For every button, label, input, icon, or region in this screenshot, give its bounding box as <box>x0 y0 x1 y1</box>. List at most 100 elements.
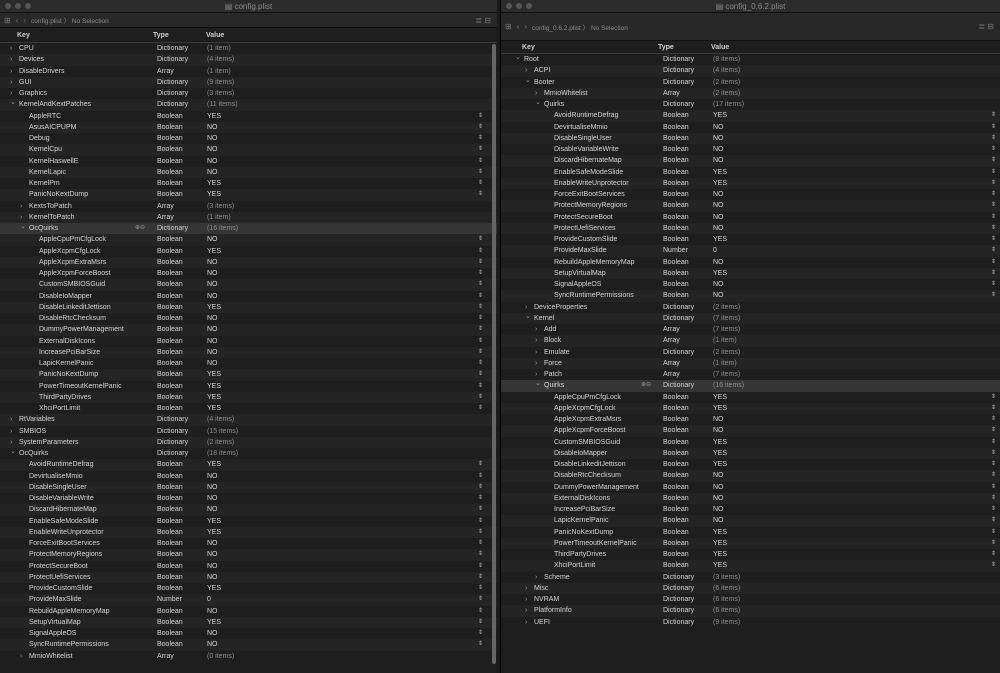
type-column-header[interactable]: Type <box>658 44 674 51</box>
row-value[interactable]: NO <box>207 315 218 322</box>
value-stepper-icon[interactable]: ⇕ <box>991 214 996 221</box>
row-value[interactable]: NO <box>207 608 218 615</box>
row-type[interactable]: Boolean <box>663 236 689 243</box>
value-stepper-icon[interactable]: ⇕ <box>478 326 483 333</box>
value-stepper-icon[interactable]: ⇕ <box>991 450 996 457</box>
row-type[interactable]: Number <box>663 247 688 254</box>
row-type[interactable]: Boolean <box>157 405 183 412</box>
table-row[interactable]: ForceExitBootServices Boolean NO ⇕ <box>0 538 497 549</box>
table-row[interactable]: › KernelToPatch Array (1 item) <box>0 211 497 223</box>
value-stepper-icon[interactable]: ⇕ <box>478 383 483 390</box>
row-type[interactable]: Boolean <box>157 135 183 142</box>
disclosure-collapsed-icon[interactable]: › <box>10 68 12 75</box>
row-type[interactable]: Boolean <box>157 146 183 153</box>
value-stepper-icon[interactable]: ⇕ <box>991 484 996 491</box>
value-stepper-icon[interactable]: ⇕ <box>478 641 483 648</box>
value-stepper-icon[interactable]: ⇕ <box>478 315 483 322</box>
row-type[interactable]: Boolean <box>157 563 183 570</box>
disclosure-collapsed-icon[interactable]: › <box>535 360 537 367</box>
row-type[interactable]: Array <box>663 90 680 97</box>
row-type[interactable]: Boolean <box>157 113 183 120</box>
table-row[interactable]: KernelHaswellE Boolean NO ⇕ <box>0 156 497 167</box>
value-stepper-icon[interactable]: ⇕ <box>478 371 483 378</box>
table-row[interactable]: IncreasePciBarSize Boolean NO ⇕ <box>0 346 497 358</box>
value-stepper-icon[interactable]: ⇕ <box>478 158 483 165</box>
row-type[interactable]: Boolean <box>157 529 183 536</box>
row-type[interactable]: Boolean <box>663 427 689 434</box>
value-stepper-icon[interactable]: ⇕ <box>991 124 996 131</box>
value-stepper-icon[interactable]: ⇕ <box>991 247 996 254</box>
value-stepper-icon[interactable]: ⇕ <box>478 540 483 547</box>
row-type[interactable]: Dictionary <box>157 45 188 52</box>
row-type[interactable]: Dictionary <box>663 56 694 63</box>
value-stepper-icon[interactable]: ⇕ <box>991 472 996 479</box>
row-value[interactable]: NO <box>713 146 724 153</box>
row-value[interactable]: YES <box>713 461 727 468</box>
row-type[interactable]: Dictionary <box>157 439 188 446</box>
row-value[interactable]: YES <box>207 585 221 592</box>
row-value[interactable]: NO <box>713 472 724 479</box>
row-value[interactable]: NO <box>207 551 218 558</box>
row-type[interactable]: Boolean <box>157 574 183 581</box>
row-type[interactable]: Boolean <box>157 326 183 333</box>
row-type[interactable]: Dictionary <box>157 450 188 457</box>
value-stepper-icon[interactable]: ⇕ <box>478 293 483 300</box>
value-stepper-icon[interactable]: ⇕ <box>478 484 483 491</box>
table-row[interactable]: › Misc Dictionary (6 items) <box>501 582 1000 594</box>
table-row[interactable]: › SMBIOS Dictionary (15 items) <box>0 426 497 437</box>
row-type[interactable]: Boolean <box>157 158 183 165</box>
disclosure-collapsed-icon[interactable]: › <box>10 416 12 423</box>
table-row[interactable]: › Block Array (1 item) <box>501 335 1000 347</box>
table-row[interactable]: DummyPowerManagement Boolean NO ⇕ <box>501 482 1000 493</box>
value-stepper-icon[interactable]: ⇕ <box>991 225 996 232</box>
value-stepper-icon[interactable]: ⇕ <box>478 180 483 187</box>
row-type[interactable]: Array <box>157 214 174 221</box>
table-row[interactable]: ⌄ Kernel Dictionary (7 items) <box>501 312 1000 324</box>
table-row[interactable]: ProtectSecureBoot Boolean NO ⇕ <box>501 212 1000 223</box>
table-row[interactable]: ⌄ Quirks Dictionary (17 items) <box>501 99 1000 110</box>
table-row[interactable]: XhciPortLimit Boolean YES ⇕ <box>0 403 497 414</box>
row-value[interactable]: YES <box>207 191 221 198</box>
table-row[interactable]: XhciPortLimit Boolean YES ⇕ <box>501 560 1000 572</box>
table-row[interactable]: AppleXcpmExtraMsrs Boolean NO ⇕ <box>501 414 1000 425</box>
table-row[interactable]: DevirtualiseMmio Boolean NO ⇕ <box>501 122 1000 133</box>
row-type[interactable]: Dictionary <box>663 101 694 108</box>
row-type[interactable]: Boolean <box>663 394 689 401</box>
value-stepper-icon[interactable]: ⇕ <box>991 292 996 299</box>
breadcrumb[interactable]: config_0.6.2.plist 〉 No Selection <box>532 22 628 32</box>
value-stepper-icon[interactable]: ⇕ <box>478 394 483 401</box>
disclosure-collapsed-icon[interactable]: › <box>525 67 527 74</box>
table-row[interactable]: PowerTimeoutKernelPanic Boolean YES ⇕ <box>501 537 1000 549</box>
row-type[interactable]: Array <box>663 326 680 333</box>
table-row[interactable]: ProtectSecureBoot Boolean NO ⇕ <box>0 561 497 572</box>
table-row[interactable]: › SystemParameters Dictionary (2 items) <box>0 436 497 448</box>
row-type[interactable]: Boolean <box>157 641 183 648</box>
table-row[interactable]: › MmioWhitelist Array (0 items) <box>0 651 497 662</box>
table-row[interactable]: ProtectMemoryRegions Boolean NO ⇕ <box>0 549 497 561</box>
row-type[interactable]: Boolean <box>157 630 183 637</box>
table-row[interactable]: DevirtualiseMmio Boolean NO ⇕ <box>0 471 497 482</box>
row-value[interactable]: NO <box>207 360 218 367</box>
editor-options-icon[interactable]: ≣ ⊟ <box>978 22 994 31</box>
row-type[interactable]: Boolean <box>663 292 689 299</box>
value-stepper-icon[interactable]: ⇕ <box>991 259 996 266</box>
value-stepper-icon[interactable]: ⇕ <box>478 551 483 558</box>
row-type[interactable]: Boolean <box>157 394 183 401</box>
row-value[interactable]: NO <box>713 135 724 142</box>
value-stepper-icon[interactable]: ⇕ <box>478 124 483 131</box>
row-type[interactable]: Boolean <box>157 349 183 356</box>
row-value[interactable]: NO <box>207 259 218 266</box>
value-stepper-icon[interactable]: ⇕ <box>478 608 483 615</box>
row-type[interactable]: Dictionary <box>663 315 694 322</box>
row-value[interactable]: NO <box>207 270 218 277</box>
row-type[interactable]: Boolean <box>157 540 183 547</box>
row-type[interactable]: Boolean <box>663 270 689 277</box>
table-row[interactable]: AppleRTC Boolean YES ⇕ <box>0 111 497 122</box>
table-row[interactable]: DiscardHibernateMap Boolean NO ⇕ <box>501 155 1000 167</box>
row-value[interactable]: YES <box>713 405 727 412</box>
value-stepper-icon[interactable]: ⇕ <box>478 259 483 266</box>
row-type[interactable]: Dictionary <box>157 428 188 435</box>
row-type[interactable]: Dictionary <box>663 79 694 86</box>
disclosure-collapsed-icon[interactable]: › <box>10 45 12 52</box>
table-row[interactable]: AppleXcpmExtraMsrs Boolean NO ⇕ <box>0 256 497 268</box>
